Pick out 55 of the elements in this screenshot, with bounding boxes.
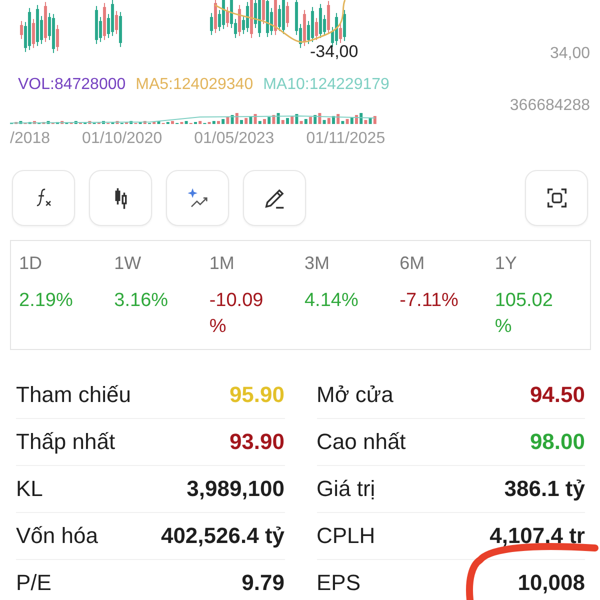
volume-bar xyxy=(263,119,266,124)
tool-button[interactable] xyxy=(243,170,306,226)
stat-label: Giá trị xyxy=(316,476,376,502)
volume-bar xyxy=(332,116,335,124)
price-axis-label: 34,00 xyxy=(550,45,590,63)
indicator-label: VOL:84728000 xyxy=(18,76,126,94)
date-label: 01/11/2025 xyxy=(306,130,386,148)
volume-bar xyxy=(309,117,312,124)
period-label: 6M xyxy=(400,253,426,274)
volume-bar xyxy=(171,121,174,124)
stat-value: 402,526.4 tỷ xyxy=(160,523,284,549)
stat-label: Thấp nhất xyxy=(16,429,116,455)
period-label: 1Y xyxy=(494,253,518,274)
period-label: 3M xyxy=(304,253,330,274)
stat-label: Mở cửa xyxy=(316,382,394,408)
stat-value: 93.90 xyxy=(229,429,284,455)
period-change: 4.14% xyxy=(304,289,360,313)
stat-value: 386.1 tỷ xyxy=(504,476,585,502)
period-change: -10.09 % xyxy=(209,289,264,339)
stat-value: 10,008 xyxy=(518,570,585,596)
period-label: 1D xyxy=(19,253,44,274)
volume-bar xyxy=(240,120,243,124)
stat-value: 95.90 xyxy=(229,382,284,408)
stat-label: Tham chiếu xyxy=(16,382,131,408)
volume-axis-label: 366684288 xyxy=(510,97,590,115)
price-marker: -34,00 xyxy=(310,42,358,62)
stat-value: 4,107.4 tr xyxy=(490,523,585,549)
period-change: -7.11% xyxy=(400,289,460,313)
date-label: 01/05/2023 xyxy=(194,130,274,148)
volume-bar xyxy=(286,118,289,124)
indicator-label: MA5:124029340 xyxy=(136,76,254,94)
volume-bar xyxy=(33,121,36,124)
period-label: 1M xyxy=(209,253,236,274)
stat-value: 94.50 xyxy=(530,382,585,408)
period-change: 3.16% xyxy=(114,289,170,313)
date-label: 01/10/2020 xyxy=(82,130,162,148)
stat-label: EPS xyxy=(316,570,361,596)
stat-label: Cao nhất xyxy=(316,429,406,455)
date-label: /2018 xyxy=(10,130,50,148)
indicator-label: MA10:124229179 xyxy=(263,76,390,94)
tool-button[interactable] xyxy=(525,170,588,226)
stat-label: CPLH xyxy=(316,523,376,549)
stat-label: KL xyxy=(16,476,43,502)
stat-value: 98.00 xyxy=(530,429,585,455)
volume-bar xyxy=(355,115,358,124)
tool-button[interactable] xyxy=(89,170,152,226)
period-label: 1W xyxy=(114,253,142,274)
volume-bar xyxy=(217,121,220,124)
period-change: 2.19% xyxy=(19,289,74,313)
stat-value: 3,989,100 xyxy=(186,476,284,502)
stat-value: 9.79 xyxy=(242,570,284,596)
volume-bar xyxy=(102,121,105,124)
stat-label: P/E xyxy=(16,570,52,596)
period-change: 105.02 % xyxy=(494,289,554,339)
stat-label: Vốn hóa xyxy=(16,523,98,549)
